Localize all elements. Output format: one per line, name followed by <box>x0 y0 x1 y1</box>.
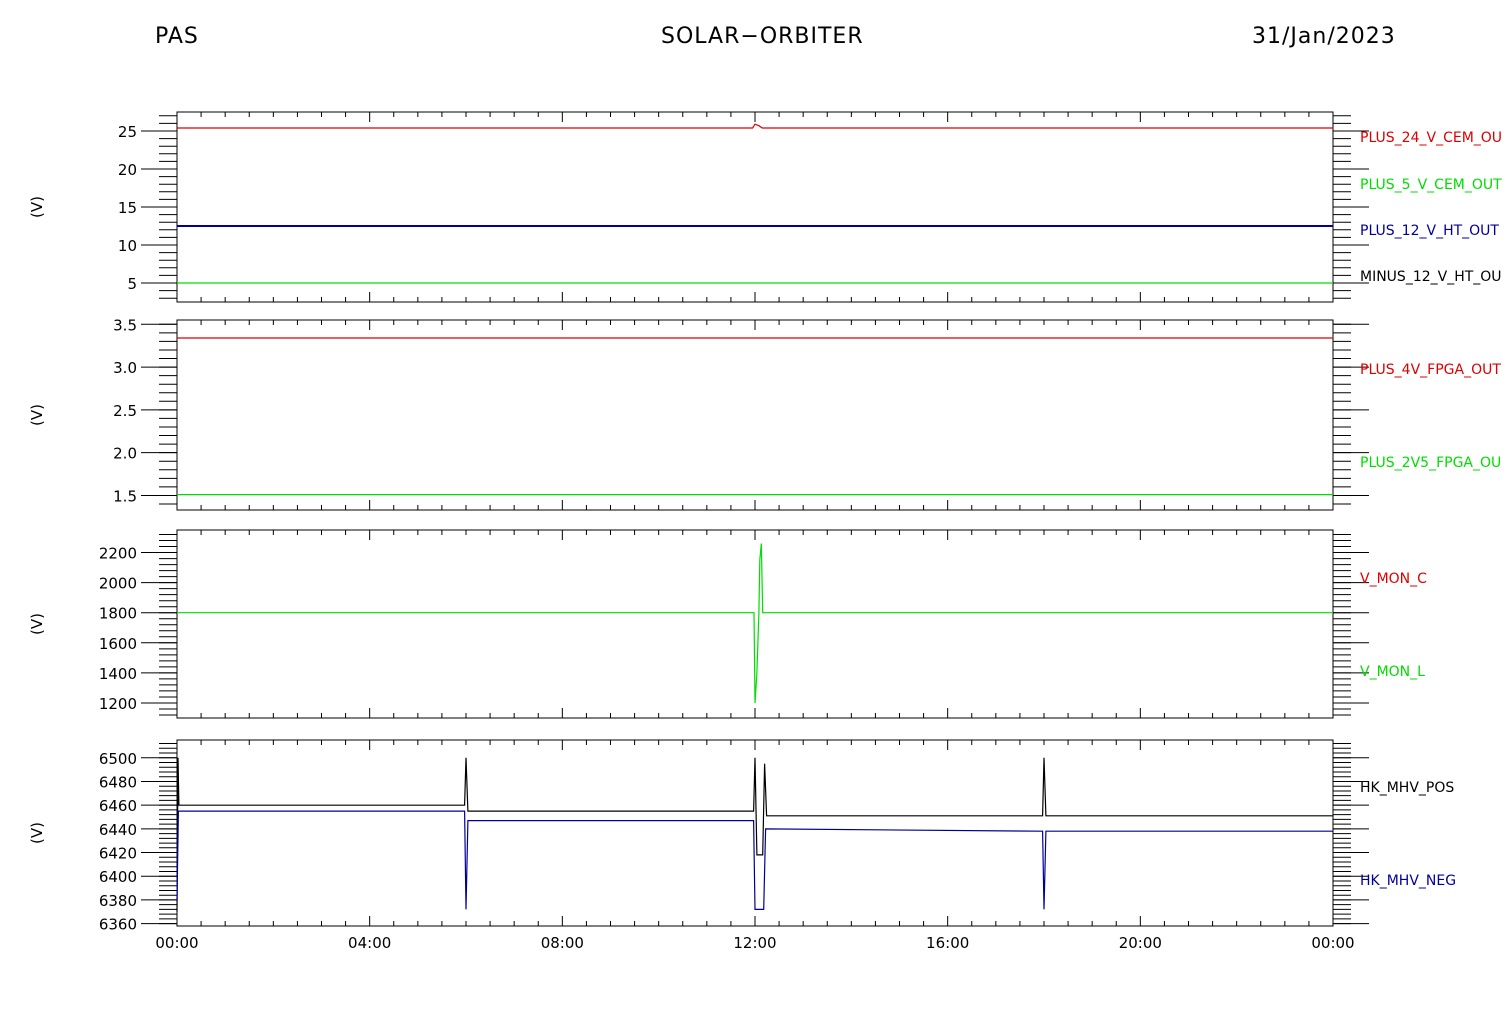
y-tick-label: 2000 <box>99 575 137 593</box>
y-tick-label: 10 <box>118 237 137 255</box>
y-tick-label: 6500 <box>99 750 137 768</box>
legend-label: PLUS_5_V_CEM_OUT <box>1360 177 1502 193</box>
panel-3: 1200 1400 1600 1800 2000 2200 (V) V_MON_C V_MON_… <box>28 529 1427 719</box>
x-tick-label: 20:00 <box>1119 934 1162 952</box>
y-tick-label: 6460 <box>99 797 137 815</box>
y-tick-label: 6420 <box>99 845 137 863</box>
legend-label: MINUS_12_V_HT_OU <box>1360 269 1502 285</box>
y-tick-label: 1600 <box>99 635 137 653</box>
x-tick-label: 00:00 <box>1311 934 1354 952</box>
y-tick-label: 6400 <box>99 868 137 886</box>
legend-label: PLUS_4V_FPGA_OUT <box>1360 362 1501 378</box>
panel-1: 5 10 15 20 25 (V) PLUS_24_V_CEM_OU PLUS_5_V_CEM… <box>28 111 1502 303</box>
y-tick-label: 2.0 <box>113 445 137 463</box>
series-line-hk_mhv_neg <box>176 810 1333 911</box>
y-tick-label: 5 <box>127 275 137 293</box>
x-tick-label: 08:00 <box>541 934 584 952</box>
y-tick-label: 6440 <box>99 821 137 839</box>
y-tick-label: 1200 <box>99 695 137 713</box>
legend-label: PLUS_24_V_CEM_OU <box>1360 130 1502 146</box>
y-tick-label: 2200 <box>99 545 137 563</box>
panel-2: 1.5 2.0 2.5 3.0 3.5 (V) PLUS_4V_FPGA_OUT PLUS_2… <box>28 316 1501 511</box>
panel-frame <box>176 319 1334 511</box>
y-tick-label: 3.0 <box>113 359 137 377</box>
y-axis-label: (V) <box>28 404 46 426</box>
legend-label: V_MON_C <box>1360 571 1427 587</box>
x-tick-label: 04:00 <box>348 934 391 952</box>
y-tick-label: 15 <box>118 199 137 217</box>
legend-label: V_MON_L <box>1360 664 1425 680</box>
chart-figure: 5 10 15 20 25 (V) PLUS_24_V_CEM_OU PLUS_5_V_CEM… <box>28 111 1502 952</box>
panel-frame <box>176 111 1334 303</box>
y-tick-label: 6480 <box>99 773 137 791</box>
y-tick-label: 1.5 <box>113 487 137 505</box>
legend-label: HK_MHV_POS <box>1360 780 1454 796</box>
panel-4: 6360 6380 6400 6420 6440 6460 6480 6500 (V) HK_MH… <box>28 739 1456 952</box>
y-axis-label: (V) <box>28 822 46 844</box>
y-tick-label: 25 <box>118 123 137 141</box>
y-tick-label: 1400 <box>99 665 137 683</box>
series-line-v_mon_l <box>177 543 1333 704</box>
y-tick-label: 1800 <box>99 605 137 623</box>
y-tick-label: 3.5 <box>113 316 137 334</box>
y-tick-label: 20 <box>118 161 137 179</box>
legend-label: PLUS_2V5_FPGA_OU <box>1360 455 1501 471</box>
y-tick-label: 6380 <box>99 892 137 910</box>
series-line-plus_24_v_cem_ou <box>177 123 1333 129</box>
x-tick-label: 12:00 <box>733 934 776 952</box>
y-axis-label: (V) <box>28 196 46 218</box>
y-tick-label: 2.5 <box>113 402 137 420</box>
legend-label: HK_MHV_NEG <box>1360 873 1456 889</box>
x-tick-label: 16:00 <box>926 934 969 952</box>
y-axis-label: (V) <box>28 613 46 635</box>
y-tick-label: 6360 <box>99 916 137 934</box>
legend-label: PLUS_12_V_HT_OUT <box>1360 223 1499 239</box>
x-tick-label: 00:00 <box>155 934 198 952</box>
